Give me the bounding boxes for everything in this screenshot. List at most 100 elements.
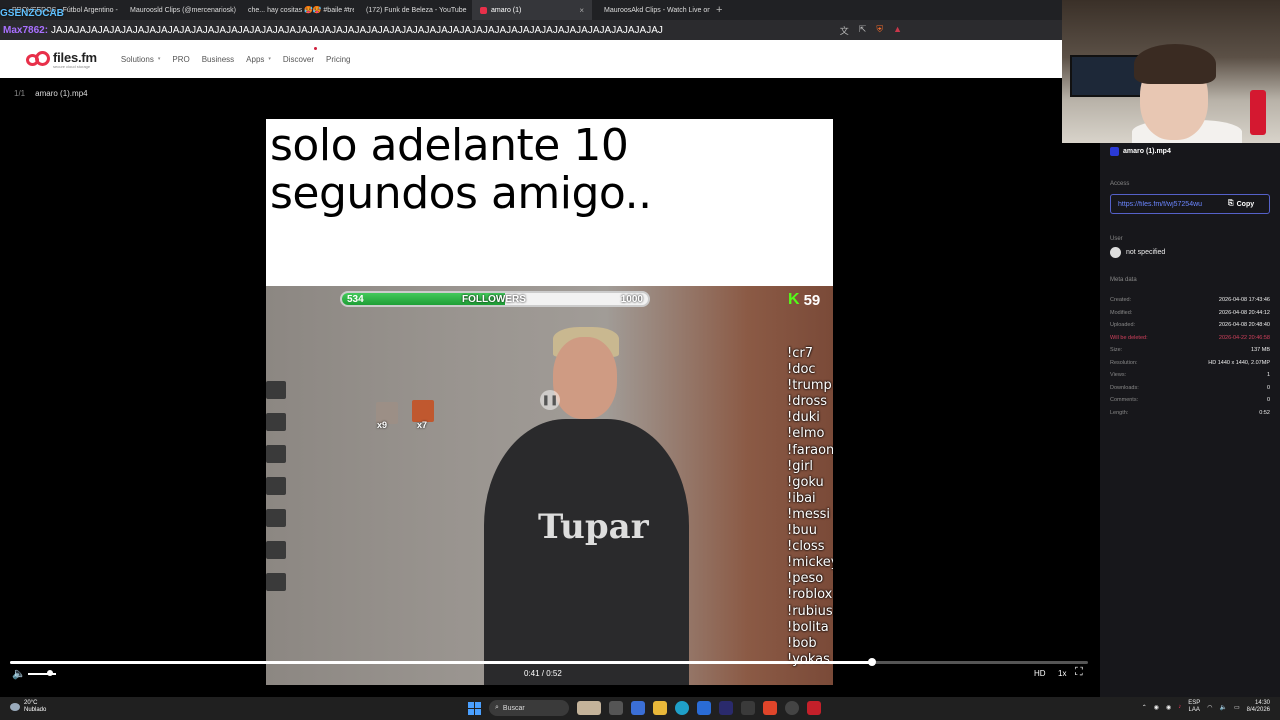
browser-tab[interactable]: MauroosAkd Clips - Watch Live on Ki (592, 0, 710, 20)
settings-icon[interactable] (785, 701, 799, 715)
notification-dot (314, 46, 318, 50)
premiere-icon[interactable] (719, 701, 733, 715)
clock[interactable]: 14:30 8/4/2026 (1247, 700, 1270, 714)
meta-value: 2026-04-08 20:44:12 (1218, 309, 1270, 316)
clock-time: 14:30 (1254, 700, 1270, 706)
weather-desc: Nublado (24, 707, 47, 713)
windows-start-icon[interactable] (468, 701, 481, 715)
share-link-url[interactable]: https://files.fm/f/wj57254wu (1118, 201, 1222, 208)
search-icon: ⌕ (495, 704, 499, 711)
speed-button[interactable]: 1x (1058, 669, 1066, 678)
copy-button[interactable]: ⎘ Copy (1228, 200, 1254, 208)
wifi-icon[interactable]: ◠ (1207, 704, 1212, 711)
browser-tab-strip: PROVEEDOS - Fútbol Argentino - E Mauroosl… (0, 0, 1062, 20)
translate-icon[interactable]: ⽂ (840, 24, 849, 37)
chevron-up-icon[interactable]: ⌃ (1142, 704, 1147, 711)
stream-chat-overlay: Max7862: JAJAJAJAJAJAJAJAJAJAJAJAJAJAJAJ… (0, 20, 1062, 40)
kick-viewer-badge: K 59 (788, 291, 820, 309)
nav-item-pro[interactable]: PRO (172, 55, 189, 64)
panel-file-name: amaro (1).mp4 (1123, 148, 1171, 155)
app-tray-icon[interactable]: ◉ (1154, 704, 1159, 711)
video-frame[interactable]: solo adelante 10 segundos amigo.. x9 x7 … (266, 119, 833, 685)
meta-key: Created: (1110, 297, 1132, 303)
nav-item-solutions[interactable]: Solutions ▾ (121, 55, 160, 64)
weather-temp: 20°C (24, 700, 38, 706)
volume-icon[interactable]: 🔈 (12, 667, 26, 680)
meta-row: Created: 2026-04-08 17:43:46 (1110, 297, 1270, 310)
browser-tab[interactable]: amaro (1) × (472, 0, 592, 20)
share-icon[interactable]: ⇱ (859, 24, 867, 37)
nav-item-discover[interactable]: Discover (283, 46, 318, 64)
speaker-icon[interactable]: 🔈 (1219, 704, 1226, 711)
player-controls: 🔈 0:41 / 0:52 HD 1x ⛶ (0, 664, 1100, 684)
chat-command: !trump (787, 378, 832, 394)
logo[interactable]: files.fm secure cloud storage (26, 50, 97, 69)
pause-icon[interactable]: ❚❚ (540, 390, 560, 410)
nav-label: PRO (172, 54, 190, 64)
chat-command: !elmo (787, 426, 825, 442)
nav-item-business[interactable]: Business (202, 55, 234, 64)
chat-command: !buu (787, 523, 817, 539)
battery-icon[interactable]: ▭ (1234, 704, 1240, 711)
mic-icon[interactable]: ♪ (1178, 704, 1181, 710)
language-indicator[interactable]: ESP LAA (1188, 700, 1200, 714)
obs-icon[interactable] (807, 701, 821, 715)
nav-item-apps[interactable]: Apps ▾ (246, 55, 271, 64)
store-icon[interactable] (697, 701, 711, 715)
app-icon[interactable] (631, 701, 645, 715)
edge-icon[interactable] (675, 701, 689, 715)
avatar-count: x9 (377, 420, 388, 430)
file-counter: 1/1 (14, 88, 26, 98)
meta-value: 0:52 (1259, 409, 1270, 416)
new-tab-button[interactable]: + (716, 4, 722, 16)
site-header: files.fm secure cloud storage Solutions ▾… (0, 40, 1062, 78)
meta-row: Uploaded: 2026-04-08 20:48:40 (1110, 322, 1270, 335)
brave-icon[interactable] (763, 701, 777, 715)
video-caption: solo adelante 10 segundos amigo.. (266, 119, 833, 286)
meta-row: Will be deleted: 2026-04-22 20:46:58 (1110, 335, 1270, 348)
viewer-count: 59 (803, 291, 821, 309)
meta-key: Downloads: (1110, 384, 1139, 391)
chat-command: !messi (787, 506, 831, 522)
copy-icon: ⎘ (1228, 200, 1234, 207)
nav-label: Pricing (326, 54, 351, 64)
browser-tab[interactable]: (172) Funk de Beleza - YouTube (354, 0, 472, 20)
task-view-icon[interactable] (609, 701, 623, 715)
shield-icon[interactable]: ⛨ (876, 24, 883, 37)
file-explorer-icon[interactable] (653, 701, 667, 715)
nav-item-pricing[interactable]: Pricing (326, 55, 350, 64)
app-tray-icon[interactable]: ◉ (1166, 704, 1171, 711)
followers-goal: 1000 (620, 294, 643, 305)
chat-command: !rubius (787, 603, 833, 619)
share-link-box[interactable]: https://files.fm/f/wj57254wu ⎘ Copy (1110, 194, 1270, 214)
meta-value: 0 (1266, 397, 1270, 403)
weather-widget[interactable]: 20°C Nublado (10, 700, 46, 714)
app-icon[interactable] (741, 701, 755, 715)
meta-row: Size: 137 MB (1110, 347, 1270, 360)
chat-command: !faraon (787, 442, 833, 458)
chat-command: !closs (787, 539, 825, 555)
widget-icon[interactable] (577, 701, 601, 715)
taskbar-apps: ⌕ Buscar (468, 700, 821, 716)
quality-button[interactable]: HD (1034, 669, 1046, 678)
lang-top: ESP (1188, 700, 1201, 706)
chat-command: !bob (787, 635, 817, 651)
meta-row: Modified: 2026-04-08 20:44:12 (1110, 310, 1270, 323)
followers-goal-bar: 534 FOLLOWERS 1000 (340, 291, 650, 307)
panel-file-title: amaro (1).mp4 (1110, 147, 1171, 156)
meta-value: 1 (1266, 372, 1270, 378)
volume-handle[interactable] (47, 670, 54, 676)
viewer-avatar (412, 400, 434, 422)
chat-command: !mickey (787, 555, 833, 571)
system-tray: ⌃ ◉ ◉ ♪ ESP LAA ◠ 🔈 ▭ 14:30 8/4/2026 (1142, 700, 1270, 714)
taskbar-search[interactable]: ⌕ Buscar (489, 700, 569, 716)
tab-close-icon[interactable]: × (579, 6, 584, 15)
fullscreen-icon[interactable]: ⛶ (1075, 666, 1083, 679)
rewards-icon[interactable]: ▲ (893, 24, 902, 37)
logo-mark-icon (26, 51, 50, 67)
chat-command: !ibai (787, 490, 816, 506)
browser-tab[interactable]: Mauroosld Clips (@mercenariosk) (118, 0, 236, 20)
lang-bottom: LAA (1188, 707, 1200, 713)
browser-tab[interactable]: che... hay cositas 🥵🥵 #baile #tren (236, 0, 354, 20)
meta-key: Length: (1110, 409, 1129, 416)
